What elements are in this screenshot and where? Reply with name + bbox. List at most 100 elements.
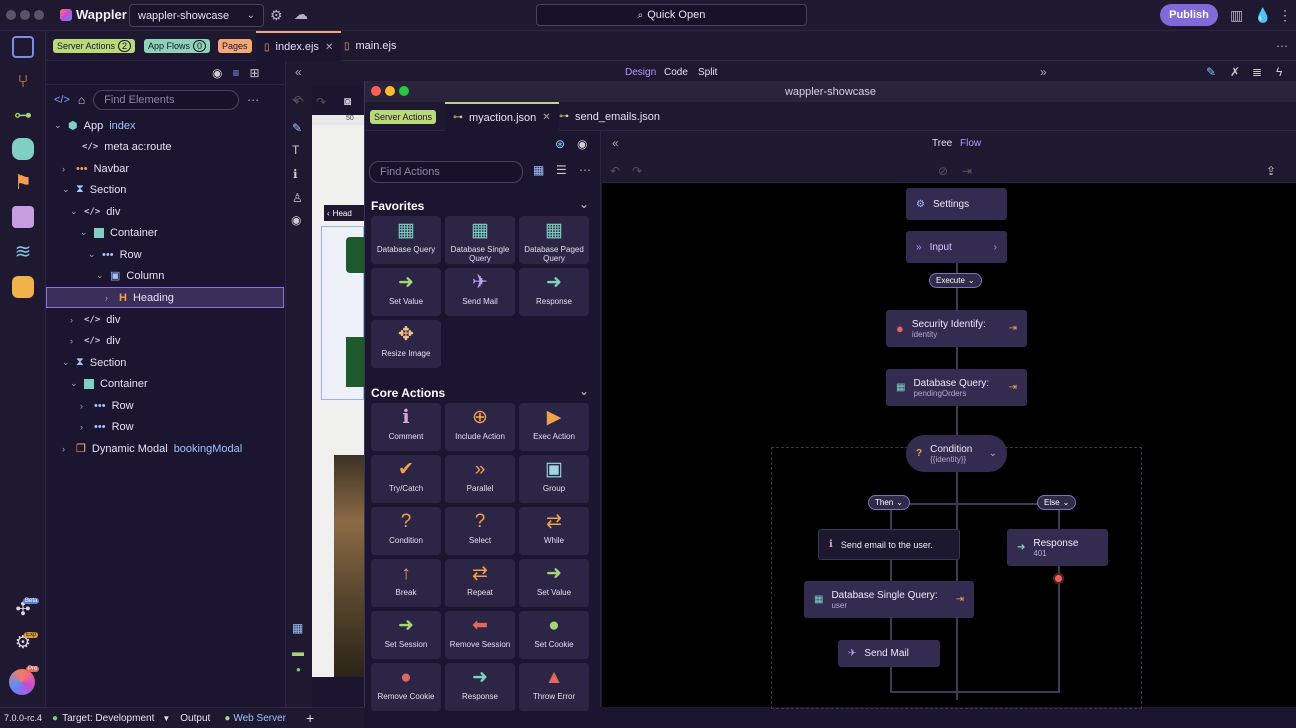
tree-item-container[interactable]: ⌄ Container	[46, 222, 284, 243]
tree-item-row[interactable]: ⌄ ••• Row	[46, 244, 284, 265]
tree-item-section[interactable]: ⌄ ⧗ Section	[46, 352, 284, 373]
close-icon[interactable]: ✕	[542, 112, 550, 123]
tree-item-div[interactable]: › </> div	[46, 330, 284, 351]
comment-node[interactable]: ℹ Send email to the user.	[818, 529, 960, 560]
pages-icon[interactable]	[12, 36, 34, 58]
find-elements-input[interactable]: Find Elements	[93, 90, 240, 110]
action-tile[interactable]: ✔ Try/Catch	[371, 455, 441, 503]
undo-icon[interactable]: ↶	[610, 164, 620, 178]
flow-mode-button[interactable]: Flow	[960, 138, 981, 149]
condition-node[interactable]: ? Condition {{identity}} ⌄	[906, 435, 1007, 472]
tab-index-ejs[interactable]: ▯ index.ejs ✕	[256, 31, 342, 61]
action-tile[interactable]: ➜ Set Session	[371, 611, 441, 659]
drop-icon[interactable]: 💧	[1254, 7, 1271, 24]
align-icon[interactable]: ≡	[232, 66, 239, 80]
else-pill[interactable]: Else ⌄	[1037, 495, 1077, 510]
publish-button[interactable]: Publish	[1160, 4, 1218, 26]
heading-chip[interactable]: ‹ Head	[324, 205, 364, 221]
code-mode-button[interactable]: Code	[664, 67, 688, 78]
action-tile[interactable]: ➜ Response	[445, 663, 515, 711]
more-vertical-icon[interactable]: ⋮	[1278, 7, 1292, 24]
action-tile[interactable]: ⬅ Remove Session	[445, 611, 515, 659]
action-tile[interactable]: ▣ Group	[519, 455, 589, 503]
quick-open-button[interactable]: ⌕ Quick Open	[536, 4, 807, 26]
tab-send-emails-json[interactable]: ⊶ send_emails.json	[551, 102, 668, 131]
action-tile[interactable]: ℹ Comment	[371, 403, 441, 451]
text-icon[interactable]: T	[292, 143, 299, 157]
action-tile[interactable]: ● Set Cookie	[519, 611, 589, 659]
more-icon[interactable]: ⋯	[1276, 39, 1288, 53]
design-icon[interactable]	[12, 206, 34, 228]
tab-myaction-json[interactable]: ⊶ myaction.json ✕	[445, 102, 559, 131]
chevron-down-icon[interactable]: ⌄	[579, 197, 589, 211]
camera-icon[interactable]: ◙	[344, 94, 351, 108]
output-button[interactable]: Output	[180, 713, 210, 724]
sitemap-icon[interactable]: ⊞	[250, 66, 260, 80]
settings-node[interactable]: ⚙ Settings	[906, 188, 1007, 220]
tree-item-column[interactable]: ⌄ ▣ Column	[46, 265, 284, 286]
chevron-down-icon[interactable]: ⌄	[579, 384, 589, 398]
action-tile[interactable]: ? Condition	[371, 507, 441, 555]
tree-item-container[interactable]: ⌄ Container	[46, 373, 284, 394]
tree-item-modal[interactable]: › ❐ Dynamic Modal bookingModal	[46, 438, 284, 459]
pages-badge[interactable]: Pages	[218, 39, 252, 53]
design-canvas[interactable]: ‹ Head	[312, 125, 366, 677]
account-icon[interactable]	[9, 669, 35, 695]
target-selector[interactable]: Target: Development	[62, 713, 154, 724]
close-icon[interactable]: ✕	[325, 42, 333, 53]
collapse-right-icon[interactable]: »	[1040, 65, 1047, 79]
collapse-left-icon[interactable]: «	[295, 65, 302, 79]
action-tile[interactable]: ↑ Break	[371, 559, 441, 607]
plus-icon[interactable]: +	[306, 710, 314, 726]
export-icon[interactable]: ⇥	[962, 164, 972, 178]
device-icon[interactable]: ▬	[292, 645, 304, 659]
tools-icon[interactable]: ✗	[1230, 65, 1240, 79]
server-actions-badge[interactable]: Server Actions 2	[53, 39, 136, 53]
send-mail-node[interactable]: ✈ Send Mail	[838, 640, 940, 667]
tree-item-row[interactable]: › ••• Row	[46, 416, 284, 437]
window-close-dot[interactable]	[371, 86, 381, 96]
layout-icon[interactable]: ▥	[1230, 7, 1243, 24]
code-icon[interactable]: </>	[54, 94, 70, 106]
grid-icon[interactable]: ▦	[292, 621, 303, 635]
tab-main-ejs[interactable]: ▯ main.ejs	[336, 31, 404, 61]
action-tile[interactable]: ▦ Database Single Query	[445, 216, 515, 264]
component-icon[interactable]: ⌂	[78, 93, 85, 107]
design-mode-button[interactable]: Design	[625, 67, 656, 78]
eye-icon[interactable]: ◉	[291, 213, 301, 227]
workflow-icon[interactable]: ⊶	[12, 105, 34, 127]
execute-pill[interactable]: Execute ⌄	[929, 273, 982, 288]
share-icon[interactable]: ⇪	[1266, 164, 1276, 178]
find-actions-input[interactable]: Find Actions	[369, 161, 523, 183]
gear-icon[interactable]: ⚙	[270, 7, 283, 24]
window-close-dot[interactable]	[6, 10, 16, 20]
action-tile[interactable]: ▲ Throw Error	[519, 663, 589, 711]
action-tile[interactable]: » Parallel	[445, 455, 515, 503]
window-minimize-dot[interactable]	[20, 10, 30, 20]
signpost-icon[interactable]: ⚑	[12, 172, 34, 194]
layers-icon[interactable]: ≋	[12, 241, 34, 263]
grid-view-icon[interactable]: ▦	[533, 163, 544, 177]
action-tile[interactable]: ➜ Set Value	[371, 268, 441, 316]
tree-item-div[interactable]: ⌄ </> div	[46, 201, 284, 222]
window-zoom-dot[interactable]	[34, 10, 44, 20]
tree-item-app[interactable]: ⌄ ⬢ App index	[46, 115, 284, 136]
action-tile[interactable]: ✥ Resize Image	[371, 320, 441, 368]
action-tile[interactable]: ✈ Send Mail	[445, 268, 515, 316]
undo-icon[interactable]: ↶	[294, 95, 304, 109]
robot-icon[interactable]: ◉	[212, 66, 222, 80]
web-server-button[interactable]: Web Server	[233, 713, 286, 724]
action-tile[interactable]: ● Remove Cookie	[371, 663, 441, 711]
tree-item-section[interactable]: ⌄ ⧗ Section	[46, 179, 284, 200]
database-single-query-node[interactable]: ▦ Database Single Query: user ⇥	[804, 581, 974, 618]
more-icon[interactable]: ⋯	[579, 163, 591, 177]
tree-item-meta[interactable]: </> meta ac:route	[46, 136, 284, 157]
collapse-left-icon[interactable]: «	[612, 136, 619, 150]
sitemap-icon[interactable]: ⊛	[555, 137, 565, 151]
input-node[interactable]: » Input ›	[906, 231, 1007, 263]
git-branch-icon[interactable]: ⑂	[12, 71, 34, 93]
css-icon[interactable]: ≣	[1252, 65, 1262, 79]
window-minimize-dot[interactable]	[385, 86, 395, 96]
list-view-icon[interactable]: ☰	[556, 163, 567, 177]
action-tile[interactable]: ⇄ While	[519, 507, 589, 555]
